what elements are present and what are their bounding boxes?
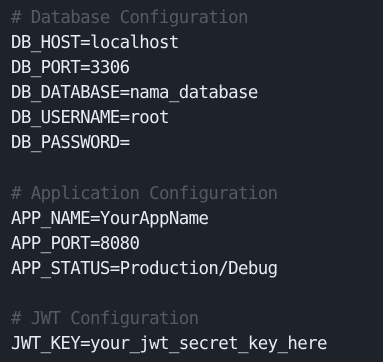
env-db-password: DB_PASSWORD= bbox=[11, 133, 130, 154]
comment-jwt-config: # JWT Configuration bbox=[11, 309, 199, 330]
code-editor[interactable]: # Database Configuration DB_HOST=localho… bbox=[0, 0, 383, 362]
env-jwt-key: JWT_KEY=your_jwt_secret_key_here bbox=[11, 334, 327, 355]
env-db-host: DB_HOST=localhost bbox=[11, 33, 179, 54]
env-app-status: APP_STATUS=Production/Debug bbox=[11, 258, 278, 279]
comment-application-config: # Application Configuration bbox=[11, 183, 278, 204]
env-app-name: APP_NAME=YourAppName bbox=[11, 208, 209, 229]
env-db-username: DB_USERNAME=root bbox=[11, 108, 170, 129]
env-db-port: DB_PORT=3306 bbox=[11, 58, 130, 79]
env-app-port: APP_PORT=8080 bbox=[11, 233, 140, 254]
env-db-database: DB_DATABASE=nama_database bbox=[11, 83, 258, 104]
comment-database-config: # Database Configuration bbox=[11, 8, 248, 28]
